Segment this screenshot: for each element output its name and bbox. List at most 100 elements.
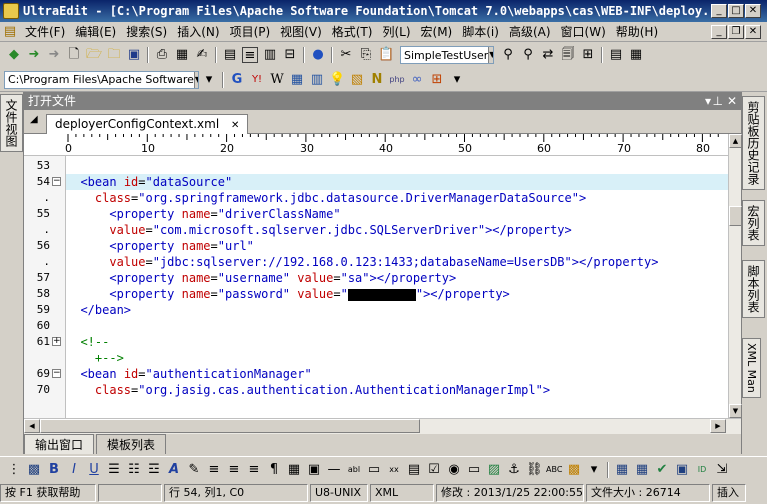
forward-icon[interactable]: ➜ [26, 47, 42, 63]
doc-close-button[interactable]: ✕ [745, 25, 761, 39]
vertical-scrollbar[interactable]: ▲ ▼ [728, 134, 742, 418]
html-icon[interactable]: ▩ [26, 462, 42, 478]
export-icon[interactable]: ⇲ [714, 462, 730, 478]
tab-scroll-icon[interactable]: ◢ [30, 114, 38, 125]
menu-project[interactable]: 项目(P) [225, 23, 276, 40]
edit-icon[interactable]: ✎ [186, 462, 202, 478]
user-combo[interactable]: SimpleTestUser ▼ [400, 46, 494, 64]
browse-icon[interactable]: ▾ [201, 72, 217, 88]
status-encoding[interactable]: U8-UNIX [310, 484, 368, 502]
menu-edit[interactable]: 编辑(E) [70, 23, 121, 40]
abc-icon[interactable]: ABC [546, 462, 562, 478]
properties-icon[interactable]: ▦ [628, 47, 644, 63]
new-file-icon[interactable]: 🗋 [66, 47, 82, 63]
italic-icon[interactable]: I [66, 462, 82, 478]
id-icon[interactable]: ID [694, 462, 710, 478]
paste-icon[interactable]: 📋 [378, 47, 394, 63]
tab-template-list[interactable]: 模板列表 [96, 434, 167, 454]
scroll-up-icon[interactable]: ▲ [729, 134, 742, 148]
save-icon[interactable]: ▣ [126, 47, 142, 63]
google-icon[interactable]: G [229, 72, 245, 88]
find-next-icon[interactable]: ⚲ [520, 47, 536, 63]
open-folder-icon[interactable]: 🗁 [86, 47, 102, 63]
columns-icon[interactable]: ▥ [309, 72, 325, 88]
back-icon[interactable]: ◆ [6, 47, 22, 63]
bold-icon[interactable]: B [46, 462, 62, 478]
menu-script[interactable]: 脚本(i) [457, 23, 504, 40]
validate-icon[interactable]: ✔ [654, 462, 670, 478]
forward-alt-icon[interactable]: ➜ [46, 47, 62, 63]
menu-macro[interactable]: 宏(M) [416, 23, 458, 40]
panel-close-icon[interactable]: ✕ [727, 92, 737, 110]
toolbar-options-icon[interactable]: ▾ [449, 72, 465, 88]
text-field-icon[interactable]: xx [386, 462, 402, 478]
status-insert-mode[interactable]: 插入 [712, 484, 746, 502]
hex-icon[interactable]: ⊟ [282, 47, 298, 63]
xml-manager-tab[interactable]: XML Man [742, 338, 761, 398]
replace-icon[interactable]: ⇄ [540, 47, 556, 63]
chevron-down-icon[interactable]: ▼ [193, 71, 198, 88]
radio-icon[interactable]: ◉ [446, 462, 462, 478]
word-wrap-icon[interactable]: ≡ [242, 47, 258, 63]
n-icon[interactable]: N [369, 72, 385, 88]
align-center-icon[interactable]: ≡ [226, 462, 242, 478]
color-icon[interactable]: ▩ [566, 462, 582, 478]
tab-close-icon[interactable]: ✕ [231, 120, 239, 131]
path-combo[interactable]: C:\Program Files\Apache Software ▼ [4, 70, 199, 89]
pin-icon[interactable]: ⊥ [713, 92, 723, 110]
indent-icon[interactable]: ☲ [146, 462, 162, 478]
globe-icon[interactable]: ● [310, 47, 326, 63]
wikipedia-icon[interactable]: W [269, 72, 285, 88]
panel-menu-icon[interactable]: ▾ [705, 92, 711, 110]
script-list-tab[interactable]: 脚本列表 [742, 260, 765, 318]
font-icon[interactable]: A [166, 462, 182, 478]
close-button[interactable]: ✕ [745, 4, 761, 18]
image-icon[interactable]: ▨ [486, 462, 502, 478]
menu-search[interactable]: 搜索(S) [121, 23, 172, 40]
menu-view[interactable]: 视图(V) [275, 23, 327, 40]
label-icon[interactable]: abl [346, 462, 362, 478]
menu-column[interactable]: 列(L) [377, 23, 415, 40]
minimize-button[interactable]: _ [711, 4, 727, 18]
line-number-gutter[interactable]: 53 54 − . 55 . 56 . 57 58 59 60 61 + 69 … [24, 156, 66, 418]
align-left-icon[interactable]: ≡ [206, 462, 222, 478]
doc-restore-button[interactable]: ❐ [728, 25, 744, 39]
tab-output-window[interactable]: 输出窗口 [24, 434, 95, 454]
replace-files-icon[interactable]: ⊞ [580, 47, 596, 63]
binoculars-icon[interactable]: ⚲ [500, 47, 516, 63]
hr-icon[interactable]: — [326, 462, 342, 478]
horizontal-scrollbar[interactable]: ◀ ▶ [24, 418, 741, 434]
menu-window[interactable]: 窗口(W) [556, 23, 611, 40]
table-icon[interactable]: ▦ [286, 462, 302, 478]
find-files-icon[interactable]: 🗐 [560, 47, 576, 63]
form-icon[interactable]: ▣ [306, 462, 322, 478]
underline-icon[interactable]: U [86, 462, 102, 478]
menu-help[interactable]: 帮助(H) [611, 23, 663, 40]
spell-check-icon[interactable]: ✍ [194, 47, 210, 63]
bullet-list-icon[interactable]: ☰ [106, 462, 122, 478]
column-mode-icon[interactable]: ▥ [262, 47, 278, 63]
menu-format[interactable]: 格式(T) [327, 23, 378, 40]
maximize-button[interactable]: □ [728, 4, 744, 18]
code-editor[interactable]: <bean id="dataSource" class="org.springf… [66, 156, 728, 418]
grid-icon[interactable]: ▦ [614, 462, 630, 478]
copy-icon[interactable]: ⎘ [358, 47, 374, 63]
options-icon[interactable]: ▾ [586, 462, 602, 478]
checkbox-icon[interactable]: ☑ [426, 462, 442, 478]
status-file-type[interactable]: XML [370, 484, 434, 502]
page-icon[interactable]: ▤ [222, 47, 238, 63]
scroll-left-icon[interactable]: ◀ [24, 419, 40, 433]
fold-collapse-icon[interactable]: − [52, 177, 61, 186]
xml-icon[interactable]: ▧ [349, 72, 365, 88]
fold-collapse-icon[interactable]: − [52, 369, 61, 378]
bulb-icon[interactable]: 💡 [329, 72, 345, 88]
print-icon[interactable]: ⎙ [154, 47, 170, 63]
fold-expand-icon[interactable]: + [52, 337, 61, 346]
hscroll-thumb[interactable] [40, 419, 420, 433]
menu-file[interactable]: 文件(F) [20, 23, 70, 40]
anchor-icon[interactable]: ⚓ [506, 462, 522, 478]
clipboard-history-tab[interactable]: 剪贴板历史记录 [742, 96, 765, 190]
scroll-right-icon[interactable]: ▶ [710, 419, 726, 433]
textarea-icon[interactable]: ▭ [366, 462, 382, 478]
browser-icon[interactable]: ▣ [674, 462, 690, 478]
